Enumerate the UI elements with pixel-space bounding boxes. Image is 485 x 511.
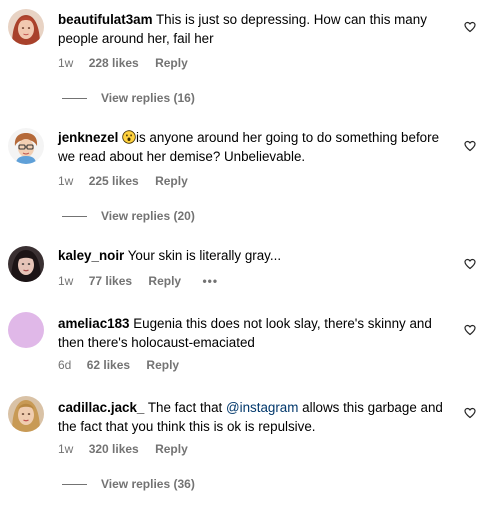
replies-divider — [62, 216, 87, 218]
replies-divider — [62, 484, 87, 486]
comment-time: 6d — [58, 357, 72, 372]
comment-time: 1w — [58, 273, 74, 288]
comment-username[interactable]: ameliac183 — [58, 316, 129, 331]
comment-likes[interactable]: 77 likes — [89, 274, 132, 288]
comment-meta: 1w 320 likes Reply — [58, 441, 188, 456]
view-replies-button[interactable]: View replies (20) — [62, 209, 195, 223]
comment-username[interactable]: jenknezel — [58, 130, 118, 145]
heart-outline-icon[interactable] — [464, 257, 476, 270]
comment-text: jenknezel is anyone around her going to … — [58, 128, 450, 166]
comment-likes[interactable]: 225 likes — [89, 174, 139, 188]
comment-time: 1w — [58, 441, 74, 456]
view-replies-button[interactable]: View replies (36) — [62, 477, 195, 491]
comment-username[interactable]: beautifulat3am — [58, 12, 153, 27]
comment-meta: 6d 62 likes Reply — [58, 357, 179, 372]
comment-time: 1w — [58, 55, 74, 70]
comment-meta: 1w 225 likes Reply — [58, 173, 188, 188]
heart-outline-icon[interactable] — [464, 323, 476, 336]
view-replies-label[interactable]: View replies (20) — [101, 209, 195, 223]
comment-item: jenknezel is anyone around her going to … — [0, 118, 485, 228]
comment-item: ameliac183 Eugenia this does not look sl… — [0, 304, 485, 384]
comment-meta: 1w 77 likes Reply ••• — [58, 273, 218, 288]
comment-likes[interactable]: 62 likes — [87, 358, 130, 372]
comment-username[interactable]: kaley_noir — [58, 248, 124, 263]
comment-item: cadillac.jack_ The fact that @instagram … — [0, 388, 485, 508]
comment-body: Your skin is literally gray... — [127, 248, 282, 263]
surprised-face-emoji — [122, 130, 136, 144]
view-replies-label[interactable]: View replies (36) — [101, 477, 195, 491]
heart-outline-icon[interactable] — [464, 20, 476, 33]
avatar[interactable] — [8, 246, 44, 282]
comment-text: ameliac183 Eugenia this does not look sl… — [58, 314, 450, 352]
mention-link[interactable]: @instagram — [226, 400, 298, 415]
reply-button[interactable]: Reply — [155, 174, 188, 188]
reply-button[interactable]: Reply — [155, 56, 188, 70]
comment-meta: 1w 228 likes Reply — [58, 55, 188, 70]
comment-item: beautifulat3am This is just so depressin… — [0, 0, 485, 110]
avatar[interactable] — [8, 9, 44, 45]
comment-likes[interactable]: 320 likes — [89, 442, 139, 456]
reply-button[interactable]: Reply — [148, 274, 181, 288]
more-horizontal-icon[interactable]: ••• — [202, 274, 218, 288]
heart-outline-icon[interactable] — [464, 406, 476, 419]
reply-button[interactable]: Reply — [155, 442, 188, 456]
comment-username[interactable]: cadillac.jack_ — [58, 400, 144, 415]
reply-button[interactable]: Reply — [146, 358, 179, 372]
comment-time: 1w — [58, 173, 74, 188]
comment-item: kaley_noir Your skin is literally gray..… — [0, 236, 485, 300]
comment-likes[interactable]: 228 likes — [89, 56, 139, 70]
comment-text: cadillac.jack_ The fact that @instagram … — [58, 398, 450, 436]
replies-divider — [62, 98, 87, 100]
view-replies-button[interactable]: View replies (16) — [62, 91, 195, 105]
heart-outline-icon[interactable] — [464, 139, 476, 152]
comment-text: beautifulat3am This is just so depressin… — [58, 10, 450, 48]
avatar[interactable] — [8, 396, 44, 432]
comment-body-start: The fact that — [147, 400, 223, 415]
comment-text: kaley_noir Your skin is literally gray..… — [58, 246, 450, 265]
view-replies-label[interactable]: View replies (16) — [101, 91, 195, 105]
avatar[interactable] — [8, 312, 44, 348]
avatar[interactable] — [8, 128, 44, 164]
